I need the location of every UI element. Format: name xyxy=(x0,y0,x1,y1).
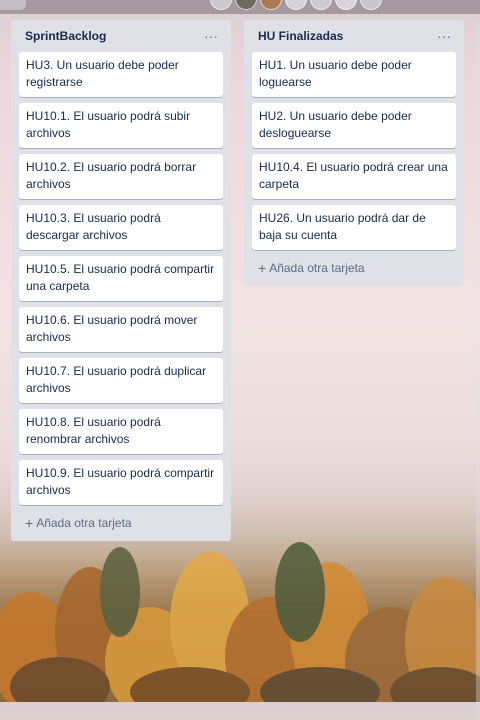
card[interactable]: HU10.5. El usuario podrá compartir una c… xyxy=(19,256,223,301)
next-list-edge xyxy=(476,20,480,720)
card[interactable]: HU3. Un usuario debe poder registrarse xyxy=(19,52,223,97)
card[interactable]: HU10.9. El usuario podrá compartir archi… xyxy=(19,460,223,505)
add-card-button[interactable]: + Añada otra tarjeta xyxy=(19,511,223,535)
add-card-label: Añada otra tarjeta xyxy=(269,261,365,275)
card[interactable]: HU10.4. El usuario podrá crear una carpe… xyxy=(252,154,456,199)
card[interactable]: HU10.1. El usuario podrá subir archivos xyxy=(19,103,223,148)
board-header-strip xyxy=(0,0,480,14)
list-hu-finalizadas: HU Finalizadas ··· HU1. Un usuario debe … xyxy=(244,20,464,286)
more-horizontal-icon[interactable]: ··· xyxy=(434,29,454,43)
avatar[interactable] xyxy=(235,0,257,10)
list-header: SprintBacklog ··· xyxy=(19,20,223,52)
header-button[interactable] xyxy=(0,0,26,10)
list-sprintbacklog: SprintBacklog ··· HU3. Un usuario debe p… xyxy=(11,20,231,541)
list-title[interactable]: HU Finalizadas xyxy=(258,29,343,43)
card[interactable]: HU10.8. El usuario podrá renombrar archi… xyxy=(19,409,223,454)
card[interactable]: HU2. Un usuario debe poder desloguearse xyxy=(252,103,456,148)
card[interactable]: HU26. Un usuario podrá dar de baja su cu… xyxy=(252,205,456,250)
add-card-label: Añada otra tarjeta xyxy=(36,516,132,530)
card[interactable]: HU10.2. El usuario podrá borrar archivos xyxy=(19,154,223,199)
avatar[interactable] xyxy=(360,0,382,10)
avatar[interactable] xyxy=(335,0,357,10)
avatar[interactable] xyxy=(260,0,282,10)
member-avatars xyxy=(210,0,382,10)
card[interactable]: HU10.7. El usuario podrá duplicar archiv… xyxy=(19,358,223,403)
more-horizontal-icon[interactable]: ··· xyxy=(201,29,221,43)
plus-icon: + xyxy=(258,260,267,276)
plus-icon: + xyxy=(25,515,34,531)
list-title[interactable]: SprintBacklog xyxy=(25,29,106,43)
avatar[interactable] xyxy=(285,0,307,10)
card[interactable]: HU10.6. El usuario podrá mover archivos xyxy=(19,307,223,352)
list-header: HU Finalizadas ··· xyxy=(252,20,456,52)
avatar[interactable] xyxy=(310,0,332,10)
avatar[interactable] xyxy=(210,0,232,10)
card[interactable]: HU10.3. El usuario podrá descargar archi… xyxy=(19,205,223,250)
card[interactable]: HU1. Un usuario debe poder loguearse xyxy=(252,52,456,97)
add-card-button[interactable]: + Añada otra tarjeta xyxy=(252,256,456,280)
